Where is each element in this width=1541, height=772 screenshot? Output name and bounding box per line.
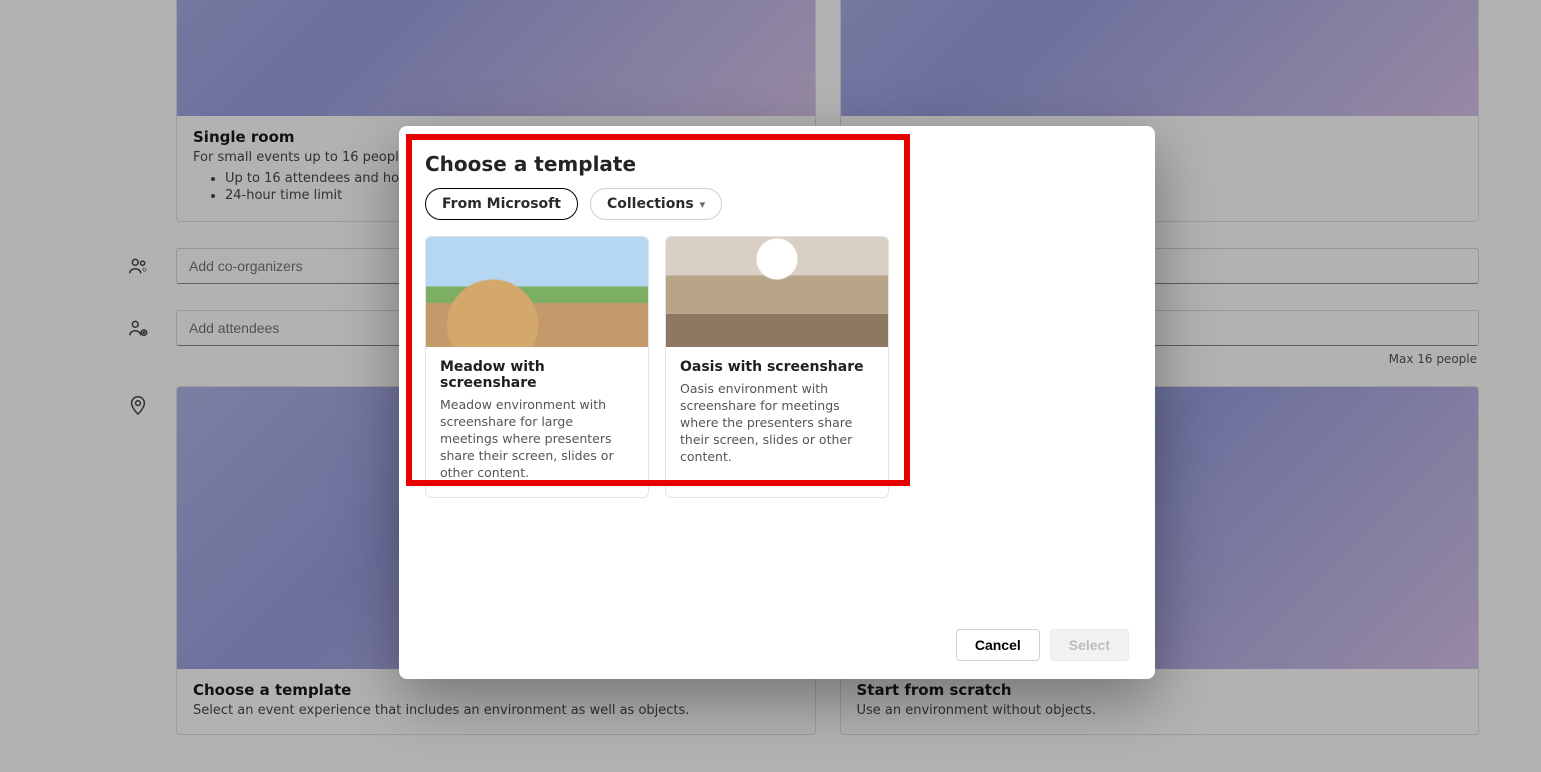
template-thumbnail-oasis: [666, 237, 888, 347]
template-card-oasis[interactable]: Oasis with screenshare Oasis environment…: [665, 236, 889, 498]
dialog-title: Choose a template: [425, 152, 1129, 176]
template-title: Meadow with screenshare: [440, 359, 634, 391]
choose-template-dialog: Choose a template From Microsoft Collect…: [399, 126, 1155, 679]
template-title: Oasis with screenshare: [680, 359, 874, 375]
template-source-tabs: From Microsoft Collections ▾: [425, 188, 1129, 220]
tab-collections-label: Collections: [607, 196, 694, 212]
template-thumbnail-meadow: [426, 237, 648, 347]
select-button[interactable]: Select: [1050, 629, 1129, 661]
chevron-down-icon: ▾: [700, 198, 706, 211]
tab-from-microsoft[interactable]: From Microsoft: [425, 188, 578, 220]
tab-from-microsoft-label: From Microsoft: [442, 196, 561, 212]
cancel-button[interactable]: Cancel: [956, 629, 1040, 661]
template-card-meadow[interactable]: Meadow with screenshare Meadow environme…: [425, 236, 649, 498]
tab-collections[interactable]: Collections ▾: [590, 188, 722, 220]
template-description: Meadow environment with screenshare for …: [440, 397, 634, 481]
template-description: Oasis environment with screenshare for m…: [680, 381, 874, 465]
